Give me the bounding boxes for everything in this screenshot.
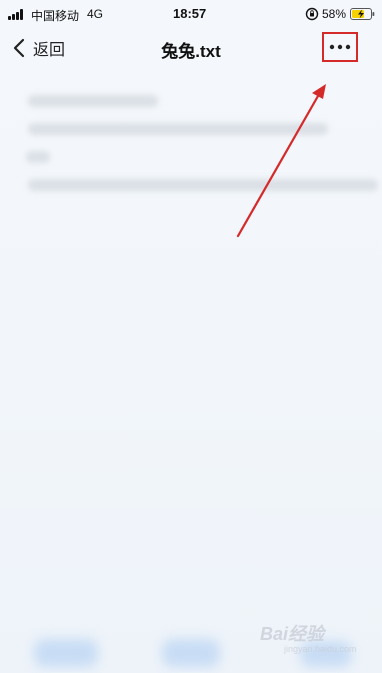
status-time: 18:57 (173, 6, 207, 21)
blurred-text-line (28, 123, 328, 135)
blurred-text-line (28, 95, 158, 107)
more-options-button[interactable] (322, 32, 358, 62)
screen: 中国移动 4G 18:57 58% 返回 兔兔.txt Bai经验 jingya… (0, 0, 382, 673)
signal-icon (8, 9, 28, 20)
watermark-logo: Bai经验 (260, 624, 325, 644)
carrier-name: 中国移动 (31, 9, 80, 23)
status-bar: 中国移动 4G 18:57 58% (0, 0, 382, 28)
network-type: 4G (87, 7, 104, 21)
battery-percent: 58% (322, 7, 347, 21)
more-dots-icon (329, 44, 351, 50)
toolbar-item-blurred (34, 639, 98, 667)
battery-charging-icon (350, 8, 375, 20)
watermark-url: jingyan.baidu.com (284, 644, 357, 654)
navigation-bar: 返回 兔兔.txt (0, 28, 382, 68)
toolbar-item-blurred (162, 639, 220, 667)
document-content-blurred (0, 75, 382, 615)
blurred-text-line (28, 179, 378, 191)
blurred-text-line (26, 151, 50, 163)
orientation-lock-icon (305, 7, 319, 21)
